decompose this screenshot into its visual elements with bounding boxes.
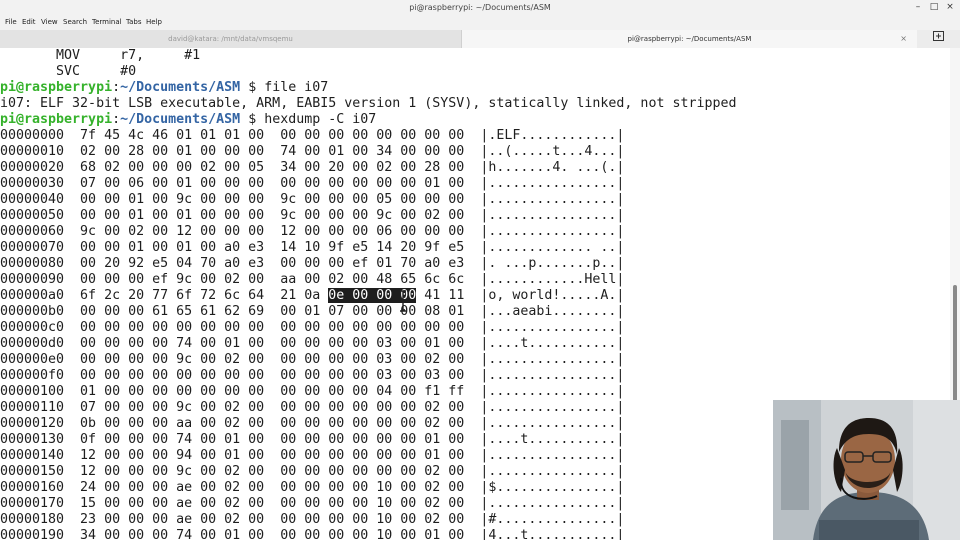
window-title: pi@raspberrypi: ~/Documents/ASM: [409, 3, 551, 12]
terminal-line: SVC #0: [0, 64, 137, 79]
hexdump-line: 000000e0 00 00 00 00 9c 00 02 00 00 00 0…: [0, 352, 625, 367]
terminal-line: MOV r7, #1: [0, 48, 201, 63]
hexdump-line: 00000060 9c 00 02 00 12 00 00 00 12 00 0…: [0, 224, 625, 239]
menu-edit[interactable]: Edit: [22, 18, 36, 26]
prompt-line: pi@raspberrypi:~/Documents/ASM $ hexdump…: [0, 112, 950, 128]
hexdump-line: 000000b0 00 00 00 61 65 61 62 69 00 01 0…: [0, 304, 625, 319]
prompt-path: ~/Documents/ASM: [120, 112, 241, 127]
close-window-button[interactable]: ×: [943, 2, 957, 12]
hex-text: 000000a0 6f 2c 20 77 6f 72 6c 64 21 0a: [0, 288, 329, 303]
menu-view[interactable]: View: [41, 18, 58, 26]
tab-pi-raspberrypi[interactable]: pi@raspberrypi: ~/Documents/ASM ×: [461, 30, 917, 48]
hexdump-line: 00000010 02 00 28 00 01 00 00 00 74 00 0…: [0, 144, 625, 159]
prompt-user: pi@raspberrypi: [0, 80, 113, 95]
prompt-separator: :: [112, 112, 121, 127]
hexdump-line: 000000c0 00 00 00 00 00 00 00 00 00 00 0…: [0, 320, 625, 335]
hexdump-line: 00000020 68 02 00 00 00 02 00 05 34 00 2…: [0, 160, 625, 175]
prompt-path: ~/Documents/ASM: [120, 80, 241, 95]
hexdump-line: 00000100 01 00 00 00 00 00 00 00 00 00 0…: [0, 384, 625, 399]
tab-bar: david@katara: /mnt/data/vmsqemu pi@raspb…: [0, 30, 960, 49]
tab-label: david@katara: /mnt/data/vmsqemu: [168, 35, 293, 43]
hexdump-line: 00000000 7f 45 4c 46 01 01 01 00 00 00 0…: [0, 128, 625, 143]
tab-close-icon[interactable]: ×: [900, 34, 907, 43]
text-cursor-icon: [400, 290, 406, 312]
hexdump-line: 00000030 07 00 06 00 01 00 00 00 00 00 0…: [0, 176, 625, 191]
hexdump-line: 000000f0 00 00 00 00 00 00 00 00 00 00 0…: [0, 368, 625, 383]
menu-tabs[interactable]: Tabs: [126, 18, 142, 26]
hexdump-line: 00000070 00 00 01 00 01 00 a0 e3 14 10 9…: [0, 240, 625, 255]
tab-david-katara[interactable]: david@katara: /mnt/data/vmsqemu: [0, 30, 461, 48]
tab-label: pi@raspberrypi: ~/Documents/ASM: [627, 35, 752, 43]
new-tab-icon[interactable]: [917, 30, 960, 48]
prompt-symbol: $: [240, 112, 265, 127]
prompt-line: pi@raspberrypi:~/Documents/ASM $ file i0…: [0, 80, 950, 96]
menu-file[interactable]: File: [5, 18, 17, 26]
prompt-symbol: $: [240, 80, 265, 95]
maximize-button[interactable]: □: [927, 2, 941, 12]
hexdump-line: 00000080 00 20 92 e5 04 70 a0 e3 00 00 0…: [0, 256, 625, 271]
title-bar: pi@raspberrypi: ~/Documents/ASM – □ ×: [0, 0, 960, 17]
hexdump-line: 00000050 00 00 01 00 01 00 00 00 9c 00 0…: [0, 208, 625, 223]
hex-text: 41 11 |o, world!.....A.|: [416, 288, 625, 303]
prompt-user: pi@raspberrypi: [0, 112, 113, 127]
menu-help[interactable]: Help: [146, 18, 162, 26]
new-tab-icon-glyph: [933, 31, 944, 41]
file-output: i07: ELF 32-bit LSB executable, ARM, EAB…: [0, 96, 737, 111]
hexdump-line-selected: 000000a0 6f 2c 20 77 6f 72 6c 64 21 0a 0…: [0, 288, 950, 304]
minimize-button[interactable]: –: [911, 2, 925, 12]
command-text: file i07: [264, 80, 329, 95]
menu-bar: File Edit View Search Terminal Tabs Help: [0, 17, 960, 30]
hexdump-line: 000000d0 00 00 00 00 74 00 01 00 00 00 0…: [0, 336, 625, 351]
hexdump-line: 00000090 00 00 00 ef 9c 00 02 00 aa 00 0…: [0, 272, 625, 287]
menu-search[interactable]: Search: [63, 18, 87, 26]
webcam-overlay: [773, 400, 960, 540]
menu-terminal[interactable]: Terminal: [92, 18, 122, 26]
presenter-video: [773, 400, 960, 540]
hexdump-line: 00000040 00 00 01 00 9c 00 00 00 9c 00 0…: [0, 192, 625, 207]
command-text: hexdump -C i07: [264, 112, 377, 127]
hexdump-block: 00000000 7f 45 4c 46 01 01 01 00 00 00 0…: [0, 128, 950, 288]
prompt-separator: :: [112, 80, 121, 95]
